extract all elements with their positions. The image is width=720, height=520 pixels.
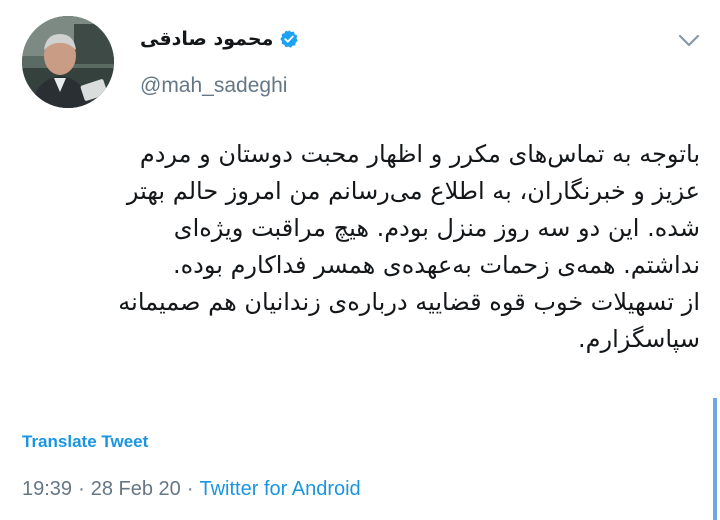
tweet-text-line: شده. این دو سه روز منزل بودم. هیچ مراقبت… <box>173 214 700 242</box>
display-name[interactable]: محمود صادقی <box>140 28 273 50</box>
tweet-text: باتوجه به تماس‌های مکرر و اظهار محبت دوس… <box>18 136 700 358</box>
translate-tweet-link[interactable]: Translate Tweet <box>22 432 148 452</box>
tweet-text-line: از تسهیلات خوب قوه قضاییه درباره‌ی زندان… <box>118 288 700 316</box>
scrollbar[interactable] <box>713 398 717 520</box>
chevron-down-icon <box>678 33 700 52</box>
tweet-metadata: 19:39 · 28 Feb 20 · Twitter for Android <box>22 478 361 501</box>
tweet-card: محمود صادقی @mah_sadeghi باتوجه به تماس‌… <box>0 0 720 520</box>
tweet-menu-button[interactable] <box>676 32 702 52</box>
tweet-time[interactable]: 19:39 <box>22 478 72 501</box>
tweet-text-line: عزیز و خبرنگاران، به اطلاع می‌رسانم من ا… <box>126 177 700 205</box>
verified-badge-icon <box>279 29 299 49</box>
user-handle[interactable]: @mah_sadeghi <box>140 74 287 98</box>
tweet-text-line: باتوجه به تماس‌های مکرر و اظهار محبت دوس… <box>139 140 700 168</box>
tweet-text-line: نداشتم. همه‌ی زحمات به‌عهده‌ی همسر فداکا… <box>172 251 700 279</box>
meta-separator: · <box>78 478 85 500</box>
author-name-row[interactable]: محمود صادقی <box>140 28 299 50</box>
tweet-text-line: سپاسگزارم. <box>577 325 700 353</box>
tweet-source-link[interactable]: Twitter for Android <box>199 478 360 501</box>
meta-separator: · <box>186 478 194 500</box>
tweet-date[interactable]: 28 Feb 20 <box>91 478 181 501</box>
profile-photo-icon <box>22 16 114 108</box>
avatar[interactable] <box>22 16 114 108</box>
